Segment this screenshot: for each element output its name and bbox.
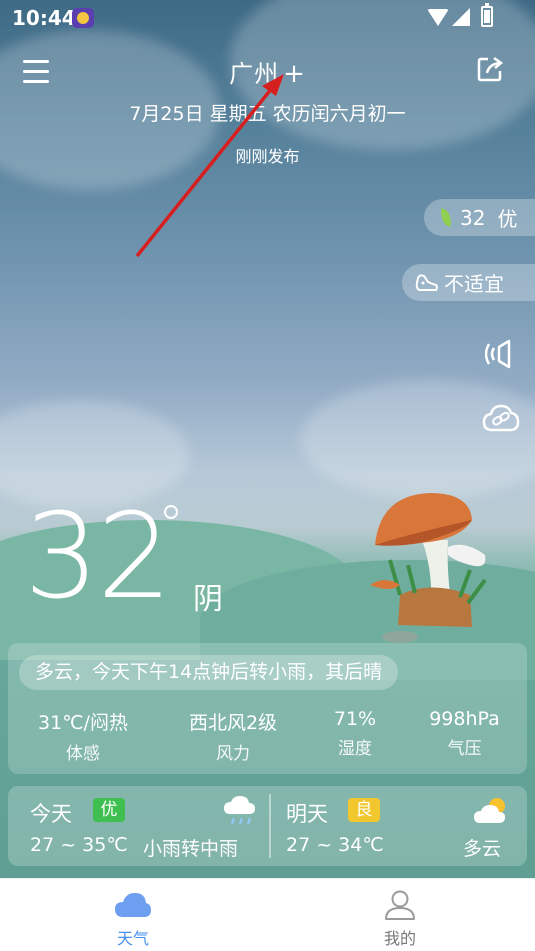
metric-value: 西北风2级 (188, 712, 278, 734)
city-selector[interactable]: 广州 + (0, 54, 535, 89)
aqi-pill[interactable]: 32 优 (424, 199, 535, 236)
forecast-range: 27 ~ 35℃ (30, 834, 128, 856)
forecast-summary[interactable]: 多云，今天下午14点钟后转小雨，其后晴 (19, 655, 399, 690)
weather-screen: 10:44 广州 + 7月25日 星期五 农历闰六月初一 刚刚发布 32 优 不… (0, 0, 535, 878)
tab-label: 天气 (116, 929, 149, 948)
cloud-link-button[interactable] (482, 402, 520, 434)
share-button[interactable] (476, 55, 504, 83)
forecast-day: 今天 (30, 802, 72, 826)
metric-humidity: 71% 湿度 (308, 708, 402, 764)
metric-label: 气压 (447, 739, 482, 759)
cloud-link-icon (482, 404, 520, 432)
current-temperature: 32 (24, 487, 172, 625)
publish-status: 刚刚发布 (235, 147, 300, 166)
forecast-condition: 多云 (463, 838, 502, 860)
metric-label: 体感 (66, 744, 100, 764)
metric-value: 71% (333, 708, 377, 730)
bottom-navigation: 天气 我的 (0, 878, 535, 951)
light-rain-icon (224, 796, 255, 825)
air-quality-badge: 优 (93, 798, 125, 822)
metrics-row: 31℃/闷热 体感 西北风2级 风力 71% 湿度 998hPa 气压 (8, 708, 527, 764)
tab-label: 我的 (383, 929, 416, 948)
partly-cloudy-icon (474, 798, 505, 823)
forecast-today[interactable]: 今天 优 27 ~ 35℃ 小雨转中雨 (8, 786, 269, 866)
speaker-icon (484, 339, 511, 369)
air-quality-badge: 良 (348, 798, 380, 822)
weather-detail-card: 多云，今天下午14点钟后转小雨，其后晴 31℃/闷热 体感 西北风2级 风力 7… (8, 643, 527, 774)
forecast-condition: 小雨转中雨 (143, 838, 239, 860)
cloud-decoration (300, 380, 535, 500)
metric-pressure: 998hPa 气压 (402, 708, 527, 764)
forecast-tomorrow[interactable]: 明天 良 27 ~ 34℃ 多云 (271, 786, 527, 866)
metric-wind: 西北风2级 风力 (158, 708, 308, 764)
forecast-range: 27 ~ 34℃ (286, 834, 384, 856)
aqi-value: 32 (460, 205, 486, 230)
voice-broadcast-button[interactable] (484, 337, 521, 371)
user-icon (385, 890, 415, 920)
wifi-icon (427, 9, 449, 26)
metric-label: 湿度 (338, 739, 372, 759)
current-condition: 阴 (193, 582, 223, 617)
status-bar: 10:44 (0, 0, 535, 36)
metric-feels-like: 31℃/闷热 体感 (8, 708, 158, 764)
metric-value: 998hPa (429, 708, 500, 730)
add-city-icon[interactable]: + (283, 59, 306, 89)
mushroom-illustration (370, 493, 487, 643)
cloud-icon (115, 893, 151, 917)
leaf-icon (438, 208, 454, 227)
share-icon (477, 56, 504, 82)
degree-symbol (164, 505, 178, 519)
tab-weather[interactable]: 天气 (53, 879, 213, 951)
aqi-label: 优 (497, 207, 518, 231)
city-name: 广州 (229, 60, 280, 88)
status-time: 10:44 (12, 6, 76, 30)
date-line: 7月25日 星期五 农历闰六月初一 (129, 103, 406, 125)
activity-index-pill[interactable]: 不适宜 (402, 264, 535, 301)
app-notification-icon (72, 8, 94, 28)
activity-label: 不适宜 (444, 272, 504, 296)
two-day-forecast-card: 今天 优 27 ~ 35℃ 小雨转中雨 明天 良 27 ~ 34℃ 多云 (8, 786, 527, 866)
metric-value: 31℃/闷热 (38, 712, 128, 734)
metric-label: 风力 (216, 744, 250, 764)
forecast-day: 明天 (286, 802, 328, 826)
battery-icon (481, 3, 493, 27)
signal-icon (452, 8, 470, 26)
tab-mine[interactable]: 我的 (320, 879, 480, 951)
shoe-icon (415, 273, 438, 291)
